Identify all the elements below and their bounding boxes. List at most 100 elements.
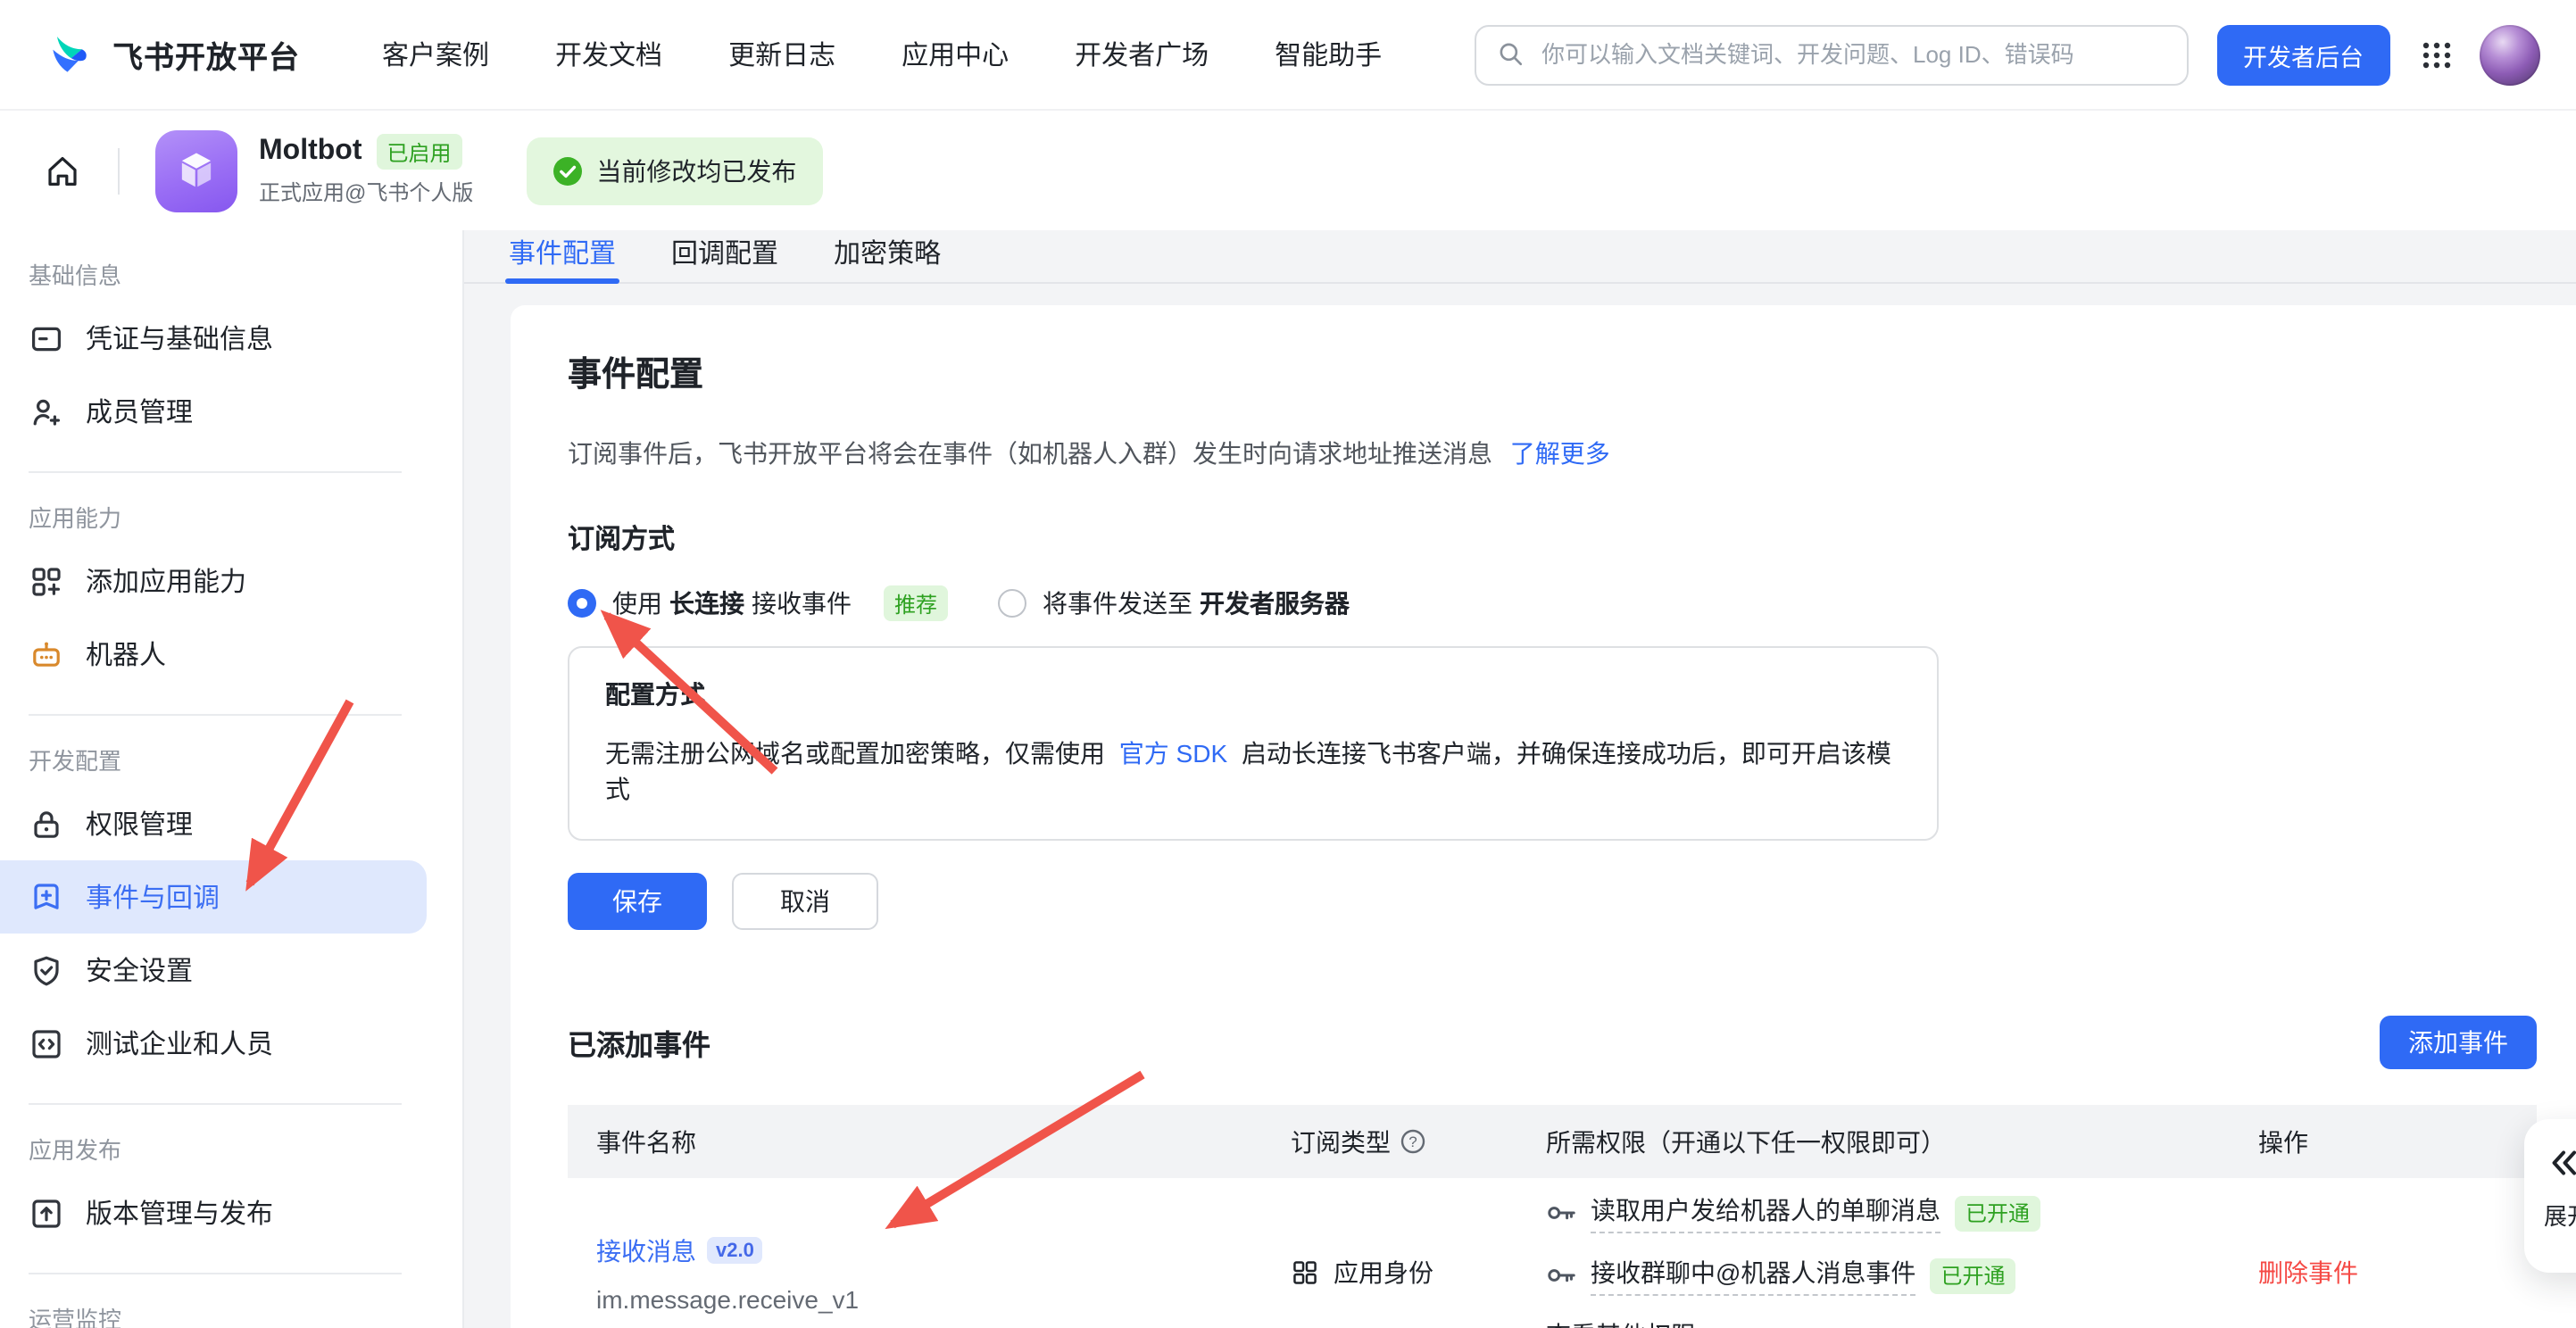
subscription-mode-title: 订阅方式 (568, 519, 2537, 557)
id-card-icon (29, 320, 64, 356)
view-more-text[interactable]: 查看其他权限 (1546, 1317, 1696, 1328)
lock-icon (29, 806, 64, 842)
subscription-type-cell: 应用身份 (1262, 1255, 1517, 1291)
learn-more-link[interactable]: 了解更多 (1510, 439, 1610, 468)
main-content-area: 事件配置 回调配置 加密策略 事件配置 订阅事件后，飞书开放平台将会在事件（如机… (464, 230, 2576, 1328)
event-name-text[interactable]: 接收消息 (596, 1233, 696, 1268)
save-button[interactable]: 保存 (568, 873, 707, 930)
option-text: 使用长连接接收事件 (612, 585, 852, 621)
nav-link-app-center[interactable]: 应用中心 (902, 36, 1009, 73)
search-input[interactable] (1538, 39, 2165, 70)
sidebar-section-app-release: 应用发布 (0, 1137, 462, 1164)
logo-text: 飞书开放平台 (112, 32, 300, 77)
sidebar-item-credentials[interactable]: 凭证与基础信息 (0, 302, 427, 375)
shield-check-icon (29, 952, 64, 988)
nav-link-changelog[interactable]: 更新日志 (728, 36, 835, 73)
upload-square-icon (29, 1195, 64, 1231)
apps-grid-icon[interactable] (2421, 38, 2453, 71)
search-icon (1497, 41, 1524, 68)
sidebar-item-label: 机器人 (86, 635, 166, 673)
column-subscription-type: 订阅类型 ? (1262, 1124, 1517, 1159)
delete-event-button[interactable]: 删除事件 (2258, 1258, 2358, 1287)
user-avatar[interactable] (2480, 24, 2540, 85)
event-table-row: 接收消息 v2.0 im.message.receive_v1 应用身份 (568, 1178, 2537, 1328)
subscription-type-text: 应用身份 (1334, 1255, 1433, 1291)
question-circle-icon[interactable]: ? (1400, 1128, 1426, 1155)
radio-unselected-icon[interactable] (998, 589, 1026, 618)
sidebar-divider (29, 1103, 402, 1105)
tab-callback-config[interactable]: 回调配置 (671, 230, 778, 282)
sidebar-item-security[interactable]: 安全设置 (0, 934, 427, 1007)
nav-link-customer-cases[interactable]: 客户案例 (382, 36, 489, 73)
nav-link-developer-plaza[interactable]: 开发者广场 (1075, 36, 1209, 73)
sidebar-item-test-company[interactable]: 测试企业和人员 (0, 1007, 427, 1080)
app-enabled-badge: 已启用 (377, 134, 462, 170)
sidebar-item-bot[interactable]: 机器人 (0, 618, 427, 691)
event-name-link[interactable]: 接收消息 v2.0 (596, 1233, 1262, 1268)
cancel-button[interactable]: 取消 (732, 873, 878, 930)
radio-option-developer-server[interactable]: 将事件发送至开发者服务器 (998, 585, 1350, 621)
top-navigation-bar: 飞书开放平台 客户案例 开发文档 更新日志 应用中心 开发者广场 智能助手 开发… (0, 0, 2576, 111)
permission-text[interactable]: 接收群聊中@机器人消息事件 (1591, 1255, 1915, 1296)
view-more-permissions[interactable]: 查看其他权限 (1546, 1317, 2230, 1328)
sidebar-divider (29, 1273, 402, 1274)
event-code: im.message.receive_v1 (596, 1284, 1262, 1313)
radio-selected-icon[interactable] (568, 589, 596, 618)
event-bookmark-plus-icon (29, 879, 64, 915)
publish-status-text: 当前修改均已发布 (596, 153, 796, 188)
sidebar-item-label: 事件与回调 (86, 878, 220, 916)
config-method-title: 配置方式 (605, 676, 1901, 712)
actions-cell: 删除事件 (2230, 1255, 2537, 1291)
sidebar-item-events-callbacks[interactable]: 事件与回调 (0, 860, 427, 934)
header-divider (118, 147, 120, 194)
config-tabs: 事件配置 回调配置 加密策略 (464, 230, 2576, 284)
feishu-logo[interactable]: 飞书开放平台 (46, 30, 300, 79)
app-icon (155, 129, 237, 212)
sidebar-item-label: 成员管理 (86, 393, 193, 430)
developer-console-button[interactable]: 开发者后台 (2216, 24, 2390, 85)
sidebar-section-dev-config: 开发配置 (0, 748, 462, 775)
expand-side-panel-button[interactable]: 展开 (2524, 1119, 2576, 1273)
official-sdk-link[interactable]: 官方 SDK (1119, 739, 1227, 768)
config-method-text: 无需注册公网域名或配置加密策略，仅需使用 官方 SDK 启动长连接飞书客户端，并… (605, 735, 1901, 807)
sidebar-item-version-release[interactable]: 版本管理与发布 (0, 1176, 427, 1249)
subscription-options: 使用长连接接收事件 推荐 将事件发送至开发者服务器 (568, 585, 2537, 621)
tab-event-config[interactable]: 事件配置 (509, 230, 616, 282)
sidebar-divider (29, 714, 402, 716)
global-search-box[interactable] (1474, 24, 2188, 85)
permission-item: 接收群聊中@机器人消息事件 已开通 (1546, 1255, 2230, 1296)
nav-link-ai-assistant[interactable]: 智能助手 (1275, 36, 1382, 73)
feishu-logo-icon (46, 30, 95, 79)
key-icon (1546, 1198, 1576, 1228)
top-nav-links: 客户案例 开发文档 更新日志 应用中心 开发者广场 智能助手 (382, 36, 1382, 73)
sidebar-item-label: 权限管理 (86, 805, 193, 842)
home-icon[interactable] (43, 151, 82, 190)
sidebar-item-add-capability[interactable]: 添加应用能力 (0, 544, 427, 618)
sidebar-item-label: 凭证与基础信息 (86, 320, 273, 357)
nav-link-dev-docs[interactable]: 开发文档 (555, 36, 662, 73)
app-header-bar: Moltbot 已启用 正式应用@飞书个人版 当前修改均已发布 (0, 111, 2576, 230)
form-actions: 保存 取消 (568, 873, 2537, 930)
tab-encryption-strategy[interactable]: 加密策略 (834, 230, 941, 282)
option-text: 将事件发送至开发者服务器 (1043, 585, 1350, 621)
description-text: 订阅事件后，飞书开放平台将会在事件（如机器人入群）发生时向请求地址推送消息 (568, 439, 1492, 468)
added-events-title: 已添加事件 (568, 1021, 710, 1064)
radio-option-long-connection[interactable]: 使用长连接接收事件 推荐 (568, 585, 948, 621)
sidebar-item-members[interactable]: 成员管理 (0, 375, 427, 448)
app-subtitle: 正式应用@飞书个人版 (259, 177, 473, 207)
sidebar-item-permissions[interactable]: 权限管理 (0, 787, 427, 860)
expand-label: 展开 (2544, 1198, 2576, 1232)
double-chevron-left-icon (2544, 1144, 2576, 1182)
sidebar-section-ops-monitoring: 运营监控 (0, 1307, 462, 1328)
column-required-permissions: 所需权限（开通以下任一权限即可） (1517, 1124, 2230, 1159)
recommended-badge: 推荐 (884, 585, 948, 621)
app-identity-grid-icon (1291, 1258, 1319, 1287)
person-add-icon (29, 394, 64, 429)
column-event-name: 事件名称 (568, 1124, 1262, 1159)
add-event-button[interactable]: 添加事件 (2380, 1016, 2537, 1069)
robot-icon (29, 636, 64, 672)
chevron-down-icon (1707, 1323, 1732, 1328)
permission-granted-badge: 已开通 (1955, 1195, 2040, 1231)
grid-add-icon (29, 563, 64, 599)
permission-text[interactable]: 读取用户发给机器人的单聊消息 (1591, 1192, 1940, 1233)
